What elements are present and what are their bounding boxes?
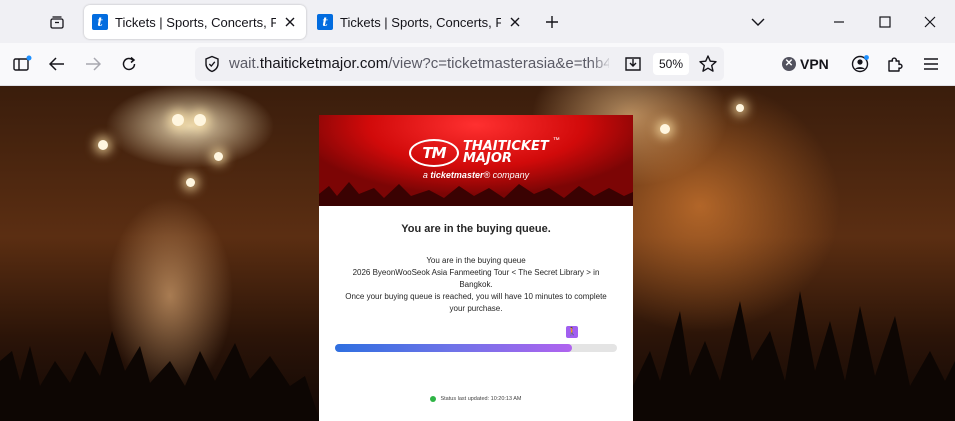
vpn-label: VPN: [800, 56, 829, 72]
account-icon: [851, 55, 869, 73]
concert-background: TM ThaiTicket Major ™ a ticketmaster® co…: [0, 86, 955, 421]
tagline-brand: ticketmaster: [430, 170, 484, 180]
url-subdomain: wait.: [229, 55, 260, 72]
tagline-prefix: a: [422, 170, 428, 180]
status-text: Status last updated: 10:20:13 AM: [440, 396, 522, 402]
address-bar[interactable]: wait.thaiticketmajor.com/view?c=ticketma…: [195, 47, 724, 81]
forward-arrow-icon: [86, 57, 101, 71]
tab-tickets-active[interactable]: t Tickets | Sports, Concerts, Festiv: [84, 5, 306, 39]
status-line: Status last updated: 10:20:13 AM: [319, 396, 633, 402]
logo-badge: TM: [409, 139, 459, 167]
queue-heading: You are in the buying queue.: [401, 223, 551, 235]
url-text[interactable]: wait.thaiticketmajor.com/view?c=ticketma…: [229, 55, 609, 73]
url-domain: thaiticketmajor.com: [259, 55, 389, 72]
puzzle-piece-icon: [888, 57, 903, 72]
queue-card: TM ThaiTicket Major ™ a ticketmaster® co…: [319, 115, 633, 421]
url-fade: [590, 51, 614, 77]
url-path: /view?c=ticketmasterasia&e=thb4d7f3: [388, 55, 609, 72]
close-icon: [510, 17, 520, 27]
queue-message: You are in the buying queue 2026 ByeonWo…: [343, 255, 609, 315]
stage-light: [214, 152, 223, 161]
logo-line-2: Major: [463, 151, 512, 166]
queue-message-line: You are in the buying queue: [426, 256, 526, 265]
extensions-button[interactable]: [881, 50, 909, 78]
stage-light: [736, 104, 744, 112]
ticketmaster-favicon-icon: t: [317, 14, 333, 30]
shield-icon: [205, 55, 219, 73]
tab-title: Tickets | Sports, Concerts, Festiv: [340, 14, 501, 30]
walking-person-icon: 🚶: [566, 326, 578, 338]
tab-close-button[interactable]: [507, 14, 523, 30]
card-header-banner: TM ThaiTicket Major ™ a ticketmaster® co…: [319, 115, 633, 206]
thaiticketmajor-logo: TM ThaiTicket Major ™: [409, 137, 560, 167]
sidebar-button[interactable]: [8, 50, 36, 78]
maximize-icon: [879, 16, 891, 28]
logo-wordmark: ThaiTicket Major: [463, 140, 549, 166]
zoom-level-button[interactable]: 50%: [653, 53, 689, 75]
tagline-suffix: ® company: [483, 170, 530, 180]
stage-light: [98, 140, 108, 150]
stage-light: [194, 114, 206, 126]
status-dot-icon: [430, 396, 437, 402]
new-tab-button[interactable]: [540, 10, 564, 34]
tab-close-button[interactable]: [282, 14, 298, 30]
bookmark-star-icon[interactable]: [698, 54, 718, 74]
event-name: 2026 ByeonWooSeok Asia Fanmeeting Tour <…: [352, 268, 600, 289]
vpn-status-icon: ✕: [782, 57, 796, 71]
back-arrow-icon: [49, 57, 64, 71]
tab-list-icon: [50, 16, 64, 29]
plus-icon: [546, 16, 558, 28]
reload-button[interactable]: [115, 50, 143, 78]
tab-list-button[interactable]: [44, 10, 70, 34]
tab-title: Tickets | Sports, Concerts, Festiv: [115, 14, 276, 30]
menu-button[interactable]: [917, 50, 945, 78]
logo-trademark: ™: [552, 137, 560, 144]
back-button[interactable]: [43, 50, 71, 78]
sidebar-icon: [13, 55, 32, 71]
stage-light: [172, 114, 184, 126]
close-icon: [924, 16, 936, 28]
navigation-toolbar: wait.thaiticketmajor.com/view?c=ticketma…: [0, 43, 955, 86]
close-icon: [285, 17, 295, 27]
minimize-button[interactable]: [824, 7, 854, 37]
ticketmaster-favicon-icon: t: [92, 14, 108, 30]
stage-light: [186, 178, 195, 187]
queue-progress-fill: [335, 344, 572, 352]
forward-button[interactable]: [79, 50, 107, 78]
chevron-down-icon: [751, 18, 765, 26]
maximize-button[interactable]: [870, 7, 900, 37]
minimize-icon: [834, 21, 844, 23]
tab-tickets-inactive[interactable]: t Tickets | Sports, Concerts, Festiv: [309, 5, 531, 39]
save-to-pocket-icon[interactable]: [623, 55, 643, 73]
vpn-button[interactable]: ✕ VPN: [782, 53, 829, 75]
account-button[interactable]: [846, 50, 874, 78]
queue-progress-bar: 🚶: [335, 326, 617, 352]
hamburger-menu-icon: [924, 58, 938, 70]
logo-tagline: a ticketmaster® company: [319, 170, 633, 180]
stage-light: [660, 124, 670, 134]
window-close-button[interactable]: [915, 7, 945, 37]
list-all-tabs-button[interactable]: [743, 7, 773, 37]
reload-icon: [122, 56, 136, 71]
queue-message-line: Once your buying queue is reached, you w…: [345, 292, 607, 313]
tab-strip: t Tickets | Sports, Concerts, Festiv t T…: [0, 0, 955, 43]
